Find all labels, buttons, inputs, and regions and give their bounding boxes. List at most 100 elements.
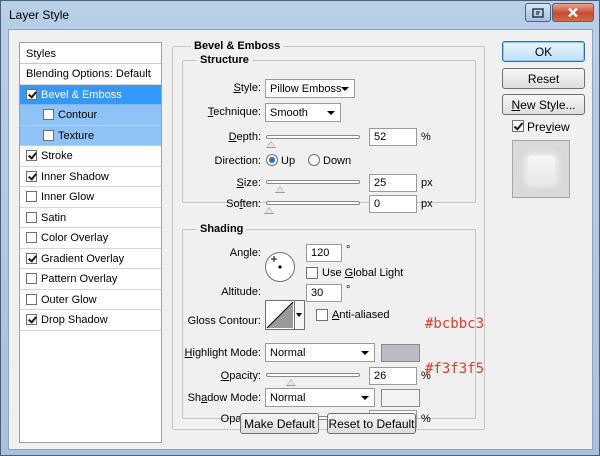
style-list-label: Texture <box>58 129 95 142</box>
direction-down-label: Down <box>323 155 352 167</box>
angle-unit: ° <box>346 244 351 256</box>
use-global-light-checkbox[interactable] <box>306 267 318 279</box>
new-style-button[interactable]: New Style... <box>502 94 585 115</box>
size-slider-thumb[interactable] <box>275 186 285 193</box>
highlight-color-swatch[interactable] <box>381 344 420 362</box>
style-list-checkbox[interactable] <box>26 273 37 284</box>
style-list-item[interactable]: Stroke <box>20 146 161 167</box>
style-label: Style: <box>233 82 261 94</box>
close-icon <box>568 7 578 18</box>
shadow-mode-select[interactable]: Normal <box>265 388 375 407</box>
window-title: Layer Style <box>9 8 70 22</box>
gloss-contour-dropdown[interactable] <box>295 300 305 330</box>
altitude-input[interactable]: 30 <box>306 284 342 302</box>
reset-button[interactable]: Reset <box>502 68 585 89</box>
style-list-label: Stroke <box>41 150 73 162</box>
ok-button[interactable]: OK <box>502 41 585 62</box>
style-select[interactable]: Pillow Emboss <box>265 79 355 98</box>
soften-slider[interactable] <box>264 201 360 214</box>
preview-label: Preview <box>527 120 570 134</box>
highlight-opacity-slider[interactable] <box>266 373 360 386</box>
soften-input[interactable]: 0 <box>369 195 417 213</box>
altitude-label: Altitude: <box>221 286 261 298</box>
help-button[interactable] <box>525 3 551 22</box>
style-list-item[interactable]: Outer Glow <box>20 290 161 310</box>
reset-to-default-button[interactable]: Reset to Default <box>327 413 416 434</box>
style-list-item[interactable]: Inner Glow <box>20 187 161 208</box>
style-list-item[interactable]: Gradient Overlay <box>20 249 161 269</box>
size-input[interactable]: 25 <box>369 174 417 192</box>
style-list-item[interactable]: Contour <box>20 105 161 126</box>
technique-select[interactable]: Smooth <box>265 103 341 122</box>
direction-label: Direction: <box>214 155 261 167</box>
soften-slider-thumb[interactable] <box>264 207 274 214</box>
style-list-item[interactable]: Color Overlay <box>20 228 161 249</box>
dialog-body: Styles Blending Options: Default Bevel & … <box>8 29 593 450</box>
styles-list: Styles Blending Options: Default Bevel & … <box>19 42 162 443</box>
angle-crosshair-icon <box>271 256 282 269</box>
preview-checkbox[interactable] <box>512 120 524 132</box>
style-list-item[interactable]: Blending Options: Default <box>20 64 161 85</box>
structure-title: Structure <box>197 54 252 66</box>
style-list-item[interactable]: Drop Shadow <box>20 310 161 331</box>
shadow-opacity-unit: % <box>421 413 431 425</box>
style-list-item[interactable]: Pattern Overlay <box>20 269 161 290</box>
structure-group: Structure Style: Pillow Emboss Technique… <box>182 54 476 214</box>
make-default-button[interactable]: Make Default <box>240 413 319 434</box>
direction-up-label: Up <box>281 155 296 167</box>
style-list-checkbox[interactable] <box>26 211 37 223</box>
help-icon <box>532 7 544 18</box>
style-list-checkbox[interactable] <box>26 150 37 161</box>
shading-title: Shading <box>197 223 247 235</box>
style-list-item[interactable]: Texture <box>20 125 161 146</box>
style-list-label: Outer Glow <box>41 293 97 306</box>
styles-list-header[interactable]: Styles <box>20 43 161 64</box>
direction-up-radio[interactable] <box>266 154 278 166</box>
title-bar[interactable]: Layer Style <box>1 1 599 29</box>
highlight-opacity-input[interactable]: 26 <box>369 367 417 385</box>
highlight-opacity-thumb[interactable] <box>286 379 296 386</box>
size-label: Size: <box>236 177 261 189</box>
style-list-label: Inner Glow <box>41 191 95 203</box>
style-list-checkbox[interactable] <box>26 191 37 202</box>
style-select-value: Pillow Emboss <box>270 83 342 95</box>
angle-dial[interactable] <box>265 252 295 282</box>
style-list-label: Satin <box>41 211 67 224</box>
shadow-mode-value: Normal <box>270 392 306 404</box>
style-list-checkbox[interactable] <box>26 314 37 325</box>
style-list-label: Bevel & Emboss <box>41 88 122 101</box>
gloss-contour-label: Gloss Contour: <box>187 315 261 327</box>
depth-input[interactable]: 52 <box>369 128 417 146</box>
style-list-checkbox[interactable] <box>26 252 37 264</box>
angle-input[interactable]: 120 <box>306 244 342 262</box>
shadow-color-swatch[interactable] <box>381 389 420 407</box>
layer-style-window: Layer Style Styles Blending Options: Def… <box>0 0 600 456</box>
style-list-checkbox[interactable] <box>43 129 54 141</box>
depth-slider-thumb[interactable] <box>266 141 276 148</box>
soften-label: Soften: <box>226 198 261 210</box>
highlight-opacity-label: Opacity: <box>220 370 261 382</box>
style-list-label: Blending Options: Default <box>26 68 151 80</box>
style-list-label: Inner Shadow <box>41 170 109 183</box>
highlight-mode-select[interactable]: Normal <box>265 343 375 362</box>
depth-slider[interactable] <box>266 135 360 148</box>
technique-label: Technique: <box>207 106 261 118</box>
chevron-down-icon <box>296 313 302 317</box>
style-list-checkbox[interactable] <box>26 170 37 182</box>
style-list-label: Gradient Overlay <box>41 252 125 265</box>
style-list-item[interactable]: Satin <box>20 208 161 228</box>
close-button[interactable] <box>552 3 594 22</box>
depth-label: Depth: <box>228 131 261 143</box>
shadow-hex-annotation: #f3f3f5 <box>425 361 485 377</box>
anti-aliased-checkbox[interactable] <box>316 309 328 321</box>
gloss-contour-picker[interactable] <box>265 300 295 330</box>
style-list-checkbox[interactable] <box>26 88 37 100</box>
chevron-down-icon <box>361 351 369 355</box>
style-list-item[interactable]: Inner Shadow <box>20 167 161 187</box>
style-list-item[interactable]: Bevel & Emboss <box>20 84 161 105</box>
direction-down-radio[interactable] <box>308 154 320 166</box>
style-list-checkbox[interactable] <box>26 232 37 243</box>
style-list-checkbox[interactable] <box>26 293 37 305</box>
style-list-checkbox[interactable] <box>43 109 54 120</box>
size-slider[interactable] <box>266 180 360 193</box>
